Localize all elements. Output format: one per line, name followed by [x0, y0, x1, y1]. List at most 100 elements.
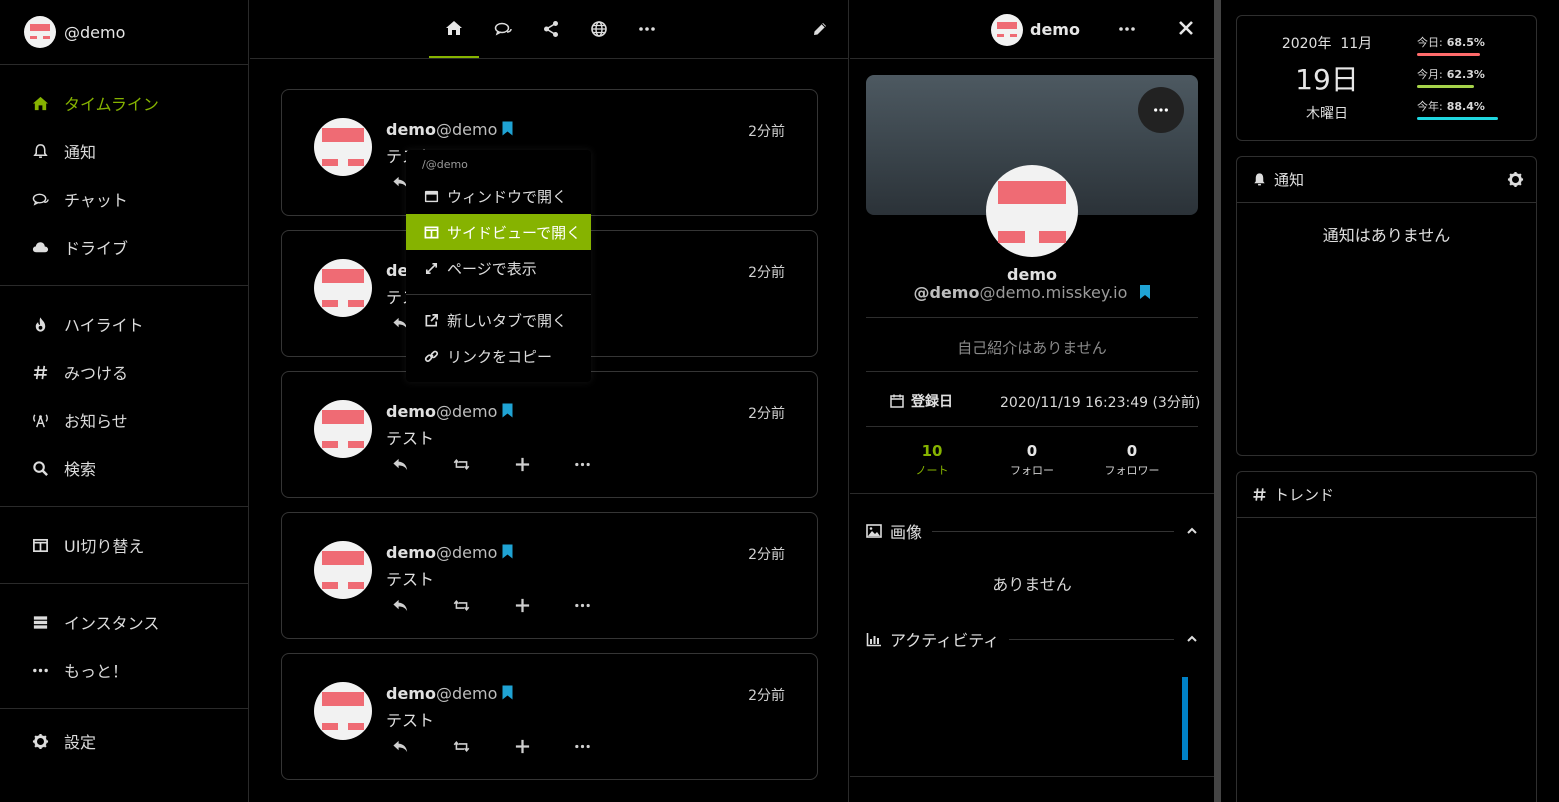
reply-button[interactable] — [390, 455, 410, 473]
tab-social[interactable] — [527, 0, 575, 58]
sidebar-item-timeline[interactable]: タイムライン — [0, 79, 248, 127]
note-time[interactable]: 2分前 — [748, 262, 785, 282]
renote-button[interactable] — [450, 596, 472, 614]
sidebar-item-label: タイムライン — [64, 95, 159, 114]
avatar[interactable] — [314, 400, 372, 458]
images-empty: ありません — [992, 575, 1072, 594]
sidebar-item-label: ハイライト — [64, 316, 144, 335]
sidebar-item-highlight[interactable]: ハイライト — [0, 300, 248, 348]
note-time[interactable]: 2分前 — [748, 544, 785, 564]
sidebar-item-announcements[interactable]: お知らせ — [0, 396, 248, 444]
sidebar-item-label: インスタンス — [64, 614, 160, 633]
avatar[interactable] — [314, 259, 372, 317]
note-more-button[interactable] — [572, 455, 592, 473]
note-time[interactable]: 2分前 — [748, 685, 785, 705]
timeline-more-button[interactable] — [623, 0, 671, 58]
sidebar-item-switch-ui[interactable]: UI切り替え — [0, 521, 248, 569]
calendar-progress: 今年: 88.4% — [1417, 98, 1517, 120]
react-button[interactable] — [512, 455, 532, 473]
profile-menu-button[interactable] — [1138, 87, 1184, 133]
context-menu: /@demo ウィンドウで開く サイドビューで開く ページで表示 新しいタブで開… — [406, 150, 591, 382]
stat-notes[interactable]: 10 ノート — [882, 442, 982, 478]
plus-icon — [515, 739, 529, 753]
sidebar-item-settings[interactable]: 設定 — [0, 717, 248, 765]
gear-icon[interactable] — [1507, 171, 1524, 188]
bell-icon — [31, 142, 49, 160]
react-button[interactable] — [512, 737, 532, 755]
tab-global[interactable] — [575, 0, 623, 58]
note-author-username[interactable]: @demo — [436, 543, 497, 562]
image-icon — [866, 524, 882, 538]
stat-value: 10 — [921, 442, 943, 460]
stat-followers[interactable]: 0 フォロワー — [1082, 442, 1182, 478]
comments-icon — [494, 22, 512, 36]
sidebar-item-instance[interactable]: インスタンス — [0, 598, 248, 646]
avatar[interactable] — [314, 541, 372, 599]
menu-item-open-window[interactable]: ウィンドウで開く — [406, 178, 591, 214]
note-time[interactable]: 2分前 — [748, 403, 785, 423]
stat-following[interactable]: 0 フォロー — [982, 442, 1082, 478]
sidebar-item-explore[interactable]: みつける — [0, 348, 248, 396]
avatar[interactable] — [314, 118, 372, 176]
ellipsis-icon — [574, 603, 590, 607]
progress-fill — [1417, 53, 1481, 56]
sidebar-item-chat[interactable]: チャット — [0, 175, 248, 223]
note-actions — [390, 455, 590, 473]
note-author-name[interactable]: demo — [386, 120, 436, 139]
columns-icon — [31, 536, 49, 554]
note-author-name[interactable]: demo — [386, 402, 436, 421]
menu-item-open-new-tab[interactable]: 新しいタブで開く — [406, 302, 591, 338]
tab-home[interactable] — [429, 0, 479, 58]
external-link-icon — [425, 313, 438, 326]
registered-value: 2020/11/19 16:23:49 (3分前) — [1000, 395, 1201, 411]
share-icon — [544, 21, 558, 37]
section-activity-header[interactable]: アクティビティ — [866, 629, 1198, 650]
renote-button[interactable] — [450, 737, 472, 755]
compose-button[interactable] — [796, 0, 844, 58]
chevron-up-icon — [1187, 635, 1197, 642]
progress-track — [1417, 85, 1509, 88]
note-author-name[interactable]: demo — [386, 543, 436, 562]
sidebar-item-search[interactable]: 検索 — [0, 444, 248, 492]
widget-title: 通知 — [1274, 171, 1305, 189]
reply-button[interactable] — [390, 596, 410, 614]
bookmark-icon — [502, 121, 513, 136]
note-more-button[interactable] — [572, 737, 592, 755]
expand-icon — [425, 262, 438, 274]
note[interactable]: demo@demo 2分前テスト — [281, 371, 818, 498]
profile-username: @demo — [913, 283, 980, 302]
section-images-header[interactable]: 画像 — [866, 521, 1198, 542]
column-resize-handle[interactable] — [1214, 0, 1221, 802]
profile-acct: @demo@demo.misskey.io — [850, 283, 1214, 302]
bookmark-icon — [502, 685, 513, 700]
note[interactable]: demo@demo 2分前テスト — [281, 512, 818, 639]
renote-button[interactable] — [450, 455, 472, 473]
reply-button[interactable] — [390, 737, 410, 755]
profile-avatar[interactable] — [986, 165, 1078, 257]
sidebar-group-explore: ハイライト みつける お知らせ 検索 — [0, 286, 248, 507]
note-author-username[interactable]: @demo — [436, 120, 497, 139]
note-author-name[interactable]: demo — [386, 684, 436, 703]
note-author-username[interactable]: @demo — [436, 402, 497, 421]
note-more-button[interactable] — [572, 596, 592, 614]
note-actions — [390, 737, 590, 755]
sideview-more-button[interactable] — [1118, 20, 1136, 38]
menu-item-open-page[interactable]: ページで表示 — [406, 250, 591, 286]
sidebar-item-notifications[interactable]: 通知 — [0, 127, 248, 175]
avatar[interactable] — [314, 682, 372, 740]
menu-item-copy-link[interactable]: リンクをコピー — [406, 338, 591, 374]
tab-local[interactable] — [479, 0, 527, 58]
hashtag-icon — [1253, 488, 1266, 501]
divider — [866, 426, 1198, 427]
timeline-header — [250, 0, 848, 59]
sidebar-account[interactable]: @demo — [0, 0, 248, 65]
note[interactable]: demo@demo 2分前テスト — [281, 653, 818, 780]
react-button[interactable] — [512, 596, 532, 614]
sidebar-item-drive[interactable]: ドライブ — [0, 223, 248, 271]
note-author-username[interactable]: @demo — [436, 684, 497, 703]
sidebar-item-more[interactable]: もっと！ — [0, 646, 248, 694]
close-icon[interactable] — [1177, 19, 1195, 37]
menu-item-open-sideview[interactable]: サイドビューで開く — [406, 214, 591, 250]
ellipsis-icon — [574, 462, 590, 466]
note-time[interactable]: 2分前 — [748, 121, 785, 141]
